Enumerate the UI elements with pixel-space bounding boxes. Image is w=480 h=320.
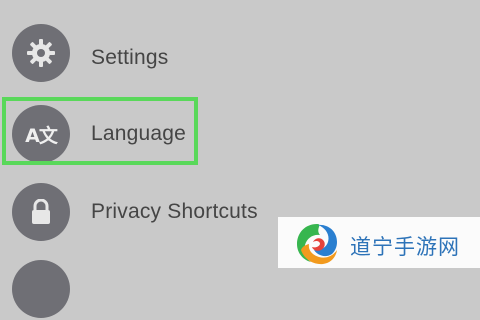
swirl-logo-icon — [297, 224, 337, 265]
language-highlight-box — [2, 97, 198, 165]
privacy-icon-circle — [12, 183, 70, 241]
settings-icon-circle — [12, 24, 70, 82]
gear-icon — [27, 39, 55, 67]
menu-item-settings[interactable]: Settings — [0, 24, 480, 88]
lock-icon — [32, 199, 50, 224]
partial-icon-circle — [12, 260, 70, 318]
privacy-shortcuts-label: Privacy Shortcuts — [91, 200, 258, 223]
watermark-text: 道宁手游网 — [350, 235, 460, 259]
watermark: 道宁手游网 — [278, 217, 480, 268]
settings-label: Settings — [91, 46, 169, 69]
